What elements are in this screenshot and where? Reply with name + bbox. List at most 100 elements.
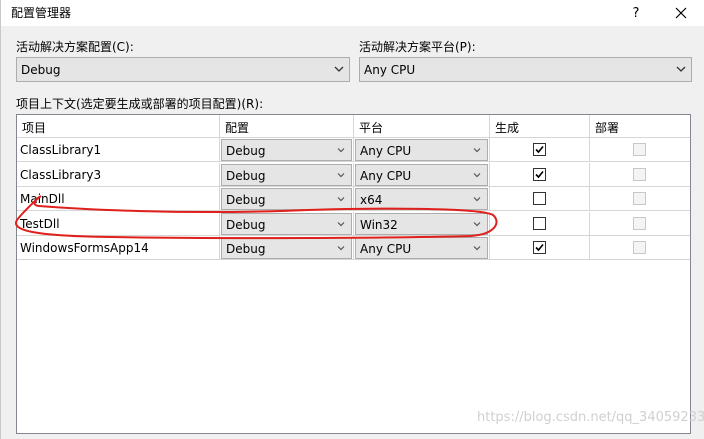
help-icon: ?	[632, 5, 640, 21]
project-name: ClassLibrary3	[20, 167, 102, 182]
chevron-down-icon	[473, 197, 481, 202]
deploy-checkbox	[633, 192, 646, 205]
row-platform-value: x64	[360, 193, 383, 207]
help-button[interactable]: ?	[615, 0, 657, 26]
close-icon	[675, 7, 687, 19]
row-config-value: Debug	[226, 217, 266, 232]
row-config-dropdown[interactable]: Debug	[221, 139, 352, 161]
build-checkbox[interactable]	[533, 167, 546, 181]
platform-cell: Win32	[354, 211, 490, 236]
platform-cell: Any CPU	[354, 162, 490, 187]
build-cell	[490, 187, 590, 211]
deploy-checkbox	[633, 241, 646, 254]
chevron-down-icon	[337, 221, 345, 226]
project-context-grid: 项目 配置 平台 生成 部署 ClassLibrary1 Debug Any CPU…	[16, 114, 691, 434]
chevron-down-icon	[337, 148, 345, 153]
build-checkbox[interactable]	[533, 192, 546, 205]
row-config-value: Debug	[226, 193, 266, 207]
watermark: https://blog.csdn.net/qq_34059233	[477, 410, 704, 425]
row-config-dropdown[interactable]: Debug	[221, 163, 352, 186]
config-cell: Debug	[220, 211, 354, 236]
row-config-value: Debug	[226, 144, 266, 158]
row-config-dropdown[interactable]: Debug	[221, 237, 352, 259]
checkmark-icon	[535, 170, 544, 178]
column-header-platform[interactable]: 平台	[354, 115, 490, 138]
row-platform-dropdown[interactable]: Win32	[355, 212, 488, 235]
checkmark-icon	[535, 243, 544, 252]
deploy-cell	[590, 212, 690, 236]
config-cell: Debug	[220, 138, 354, 162]
build-cell	[490, 211, 590, 236]
config-cell: Debug	[220, 187, 354, 211]
table-row[interactable]: WindowsFormsApp14 Debug Any CPU	[17, 236, 690, 260]
deploy-cell	[590, 163, 690, 187]
checkmark-icon	[535, 145, 544, 154]
project-context-label: 项目上下文(选定要生成或部署的项目配置)(R):	[16, 97, 264, 111]
active-config-dropdown[interactable]: Debug	[16, 57, 350, 82]
deploy-cell	[590, 187, 690, 211]
build-checkbox[interactable]	[533, 143, 546, 156]
project-cell: ClassLibrary1	[17, 138, 220, 162]
active-config-value: Debug	[21, 63, 61, 77]
platform-cell: Any CPU	[354, 138, 490, 162]
build-cell	[490, 162, 590, 187]
platform-cell: x64	[354, 187, 490, 211]
row-platform-value: Any CPU	[360, 242, 412, 256]
column-header-build[interactable]: 生成	[490, 115, 590, 138]
column-header-config[interactable]: 配置	[220, 115, 354, 138]
chevron-down-icon	[334, 66, 344, 72]
title-bar: 配置管理器 ?	[1, 0, 704, 26]
chevron-down-icon	[473, 221, 481, 226]
chevron-down-icon	[473, 246, 481, 251]
chevron-down-icon	[337, 246, 345, 251]
table-row[interactable]: ClassLibrary3 Debug Any CPU	[17, 162, 690, 187]
row-platform-dropdown[interactable]: Any CPU	[355, 237, 488, 259]
active-config-label: 活动解决方案配置(C):	[16, 40, 134, 54]
configuration-manager-window: 配置管理器 ? 活动解决方案配置(C): Debug 活动解决方案平台(P): …	[0, 0, 704, 439]
project-name: MainDll	[20, 192, 65, 206]
deploy-checkbox	[633, 143, 646, 156]
row-config-dropdown[interactable]: Debug	[221, 212, 352, 235]
project-cell: TestDll	[17, 211, 220, 236]
deploy-checkbox	[633, 167, 646, 181]
active-platform-label: 活动解决方案平台(P):	[359, 40, 476, 54]
project-name: WindowsFormsApp14	[20, 241, 149, 255]
chevron-down-icon	[676, 66, 686, 72]
close-button[interactable]	[657, 0, 704, 26]
config-cell: Debug	[220, 236, 354, 260]
row-config-value: Debug	[226, 168, 266, 183]
column-header-project[interactable]: 项目	[17, 115, 220, 138]
column-header-deploy[interactable]: 部署	[590, 115, 690, 138]
project-cell: MainDll	[17, 187, 220, 211]
row-config-value: Debug	[226, 242, 266, 256]
chevron-down-icon	[473, 148, 481, 153]
row-platform-value: Win32	[360, 217, 398, 232]
active-platform-dropdown[interactable]: Any CPU	[359, 57, 692, 82]
project-name: ClassLibrary1	[20, 143, 102, 157]
project-cell: ClassLibrary3	[17, 162, 220, 187]
config-cell: Debug	[220, 162, 354, 187]
chevron-down-icon	[473, 172, 481, 177]
row-platform-value: Any CPU	[360, 144, 412, 158]
deploy-cell	[590, 236, 690, 260]
row-platform-dropdown[interactable]: Any CPU	[355, 139, 488, 161]
project-name: TestDll	[20, 216, 60, 231]
chevron-down-icon	[337, 172, 345, 177]
active-platform-value: Any CPU	[364, 63, 416, 77]
platform-cell: Any CPU	[354, 236, 490, 260]
build-cell	[490, 236, 590, 260]
build-cell	[490, 138, 590, 162]
chevron-down-icon	[337, 197, 345, 202]
row-platform-dropdown[interactable]: Any CPU	[355, 163, 488, 186]
row-config-dropdown[interactable]: Debug	[221, 188, 352, 210]
deploy-cell	[590, 138, 690, 162]
table-row[interactable]: TestDll Debug Win32	[17, 211, 690, 236]
build-checkbox[interactable]	[533, 216, 546, 230]
row-platform-value: Any CPU	[360, 168, 412, 183]
table-row[interactable]: MainDll Debug x64	[17, 187, 690, 211]
build-checkbox[interactable]	[533, 241, 546, 254]
window-title: 配置管理器	[11, 6, 72, 20]
table-row[interactable]: ClassLibrary1 Debug Any CPU	[17, 138, 690, 162]
row-platform-dropdown[interactable]: x64	[355, 188, 488, 210]
project-cell: WindowsFormsApp14	[17, 236, 220, 260]
